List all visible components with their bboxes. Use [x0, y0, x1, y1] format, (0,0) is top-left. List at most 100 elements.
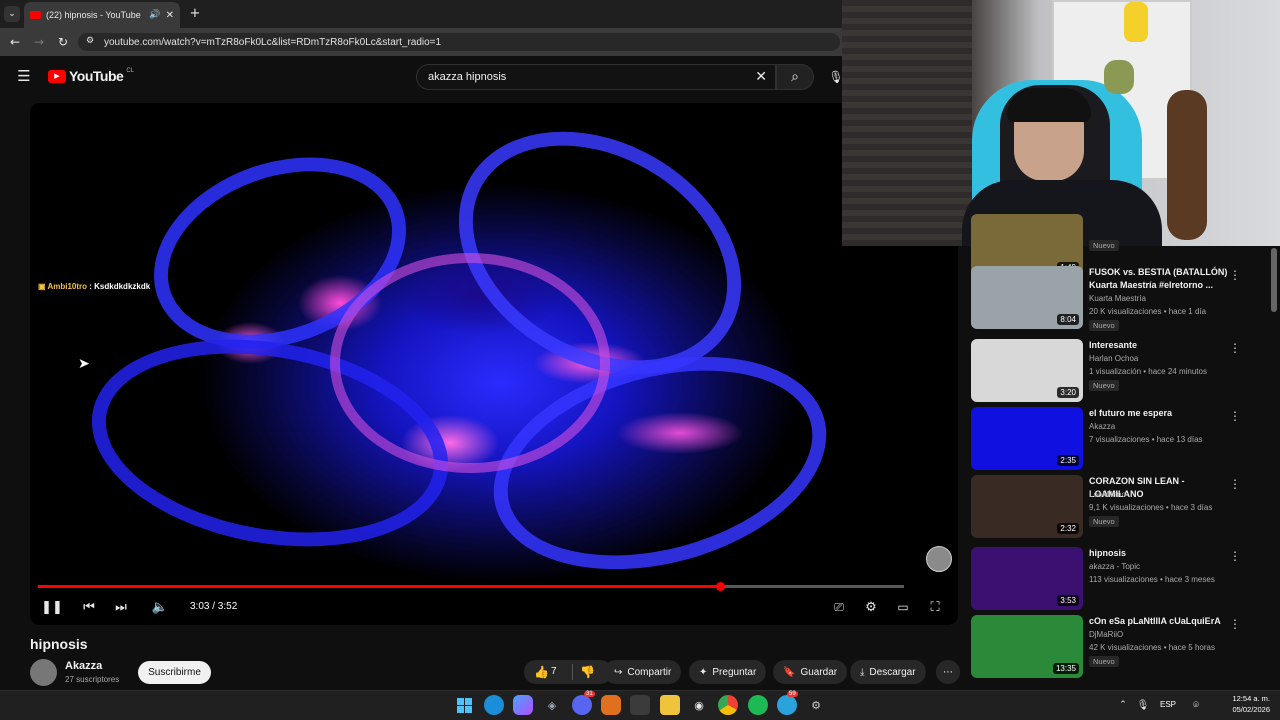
time-display: 3:03 / 3:52	[190, 601, 238, 612]
previous-icon[interactable]: ⏮	[79, 598, 99, 616]
network-icon[interactable]: ⌾	[1186, 695, 1206, 715]
download-button[interactable]: ⤓ Descargar	[850, 660, 926, 684]
channel-name[interactable]: Akazza	[65, 660, 102, 672]
recommendation-channel[interactable]: Akazza	[1089, 422, 1115, 431]
recommendation-thumbnail[interactable]: 3:53	[971, 547, 1083, 610]
site-info-icon[interactable]: ⚙	[86, 36, 94, 46]
telegram-icon[interactable]: 59	[777, 691, 798, 715]
more-options-icon[interactable]: ⋮	[1229, 268, 1241, 282]
recommendation-channel[interactable]: Kuarta Maestría	[1089, 294, 1146, 303]
more-options-icon[interactable]: ⋮	[1229, 617, 1241, 631]
like-icon[interactable]: 👍	[534, 665, 549, 679]
recommendation-thumbnail[interactable]: 3:20	[971, 339, 1083, 402]
new-tab-icon[interactable]: +	[188, 6, 202, 21]
recommendation-thumbnail[interactable]: 8:04	[971, 266, 1083, 329]
tray-expand-icon[interactable]: ⌃	[1113, 695, 1133, 715]
new-badge: Nuevo	[1089, 516, 1119, 527]
app-icon[interactable]: ◈	[542, 695, 562, 715]
recommendation-item[interactable]: 8:04 FUSOK vs. BESTIA (BATALLÓN) Kuarta M…	[971, 266, 1261, 332]
terminal-icon[interactable]	[630, 695, 650, 715]
duration-badge: 2:32	[1057, 523, 1079, 534]
recommendation-meta: 113 visualizaciones • hace 3 meses	[1089, 575, 1215, 584]
obs-icon[interactable]: ◉	[689, 695, 709, 715]
webcam-overlay	[842, 0, 1280, 246]
more-actions-button[interactable]: ⋯	[936, 660, 960, 684]
video-player[interactable]	[30, 103, 958, 625]
microphone-tray-icon[interactable]: 🎙	[1133, 695, 1153, 715]
share-button[interactable]: ↪ Compartir	[604, 660, 682, 684]
channel-watermark-avatar[interactable]	[926, 546, 952, 572]
pause-icon[interactable]: ❚❚	[41, 598, 63, 616]
sidebar-scrollbar[interactable]	[1271, 248, 1277, 312]
recommendation-title[interactable]: cOn eSa pLaNtIllA cUaLquiErA	[1089, 615, 1229, 628]
channel-avatar[interactable]	[30, 659, 57, 686]
recommendation-thumbnail[interactable]: 13:35	[971, 615, 1083, 678]
save-label: Guardar	[800, 666, 838, 678]
mouse-cursor-icon: ➤	[78, 356, 90, 372]
recommendation-title[interactable]: Interesante	[1089, 339, 1229, 352]
forward-icon[interactable]: →	[32, 34, 46, 50]
share-icon: ↪	[614, 666, 623, 678]
fullscreen-icon[interactable]: ⛶	[925, 598, 945, 616]
new-badge: Nuevo	[1089, 656, 1119, 667]
more-options-icon[interactable]: ⋮	[1229, 409, 1241, 423]
url-field[interactable]: ⚙ youtube.com/watch?v=mTzR8oFk0Lc&list=R…	[78, 33, 840, 51]
ask-label: Preguntar	[712, 666, 757, 678]
speaker-icon[interactable]: 🔊	[149, 10, 160, 20]
like-count[interactable]: 7	[551, 666, 557, 677]
volume-icon[interactable]: 🔈	[150, 598, 170, 616]
recommendation-item[interactable]: 2:35 el futuro me espera Akazza 7 visualiza…	[971, 407, 1261, 473]
recommendation-channel[interactable]: akazza - Topic	[1089, 562, 1140, 571]
back-icon[interactable]: ←	[8, 34, 22, 50]
download-icon: ⤓	[860, 666, 865, 678]
spotify-icon[interactable]	[748, 695, 768, 715]
save-button[interactable]: 🔖 Guardar	[773, 660, 848, 684]
microphone-icon[interactable]: 🎙	[828, 68, 843, 86]
copilot-icon[interactable]	[513, 695, 533, 715]
tab-search-icon[interactable]: ⌄	[4, 6, 20, 22]
more-options-icon[interactable]: ⋮	[1229, 549, 1241, 563]
more-options-icon[interactable]: ⋮	[1229, 341, 1241, 355]
theater-mode-icon[interactable]: ▭	[893, 598, 913, 616]
recommendation-thumbnail[interactable]: 2:35	[971, 407, 1083, 470]
recommendation-item[interactable]: 13:35 cOn eSa pLaNtIllA cUaLquiErA DjMaRii…	[971, 615, 1261, 681]
brave-icon[interactable]	[601, 695, 621, 715]
recommendation-channel[interactable]: DjMaRiiO	[1089, 630, 1123, 639]
dislike-icon[interactable]: 👎	[580, 665, 595, 679]
next-icon[interactable]: ⏭	[111, 598, 131, 616]
reload-icon[interactable]: ↻	[56, 34, 70, 50]
start-icon[interactable]	[454, 695, 474, 715]
subscribe-button[interactable]: Suscribirme	[138, 661, 211, 684]
search-button[interactable]: ⌕	[776, 64, 814, 90]
clock[interactable]: 12:54 a. m. 05/02/2026	[1222, 693, 1270, 715]
search-input[interactable]: akazza hipnosis ✕	[416, 64, 776, 90]
browser-tab[interactable]: (22) hipnosis - YouTube 🔊 ✕	[24, 2, 180, 28]
recommendation-item[interactable]: 3:20 Interesante Harlan Ochoa 1 visualizaci…	[971, 339, 1261, 405]
recommendation-title[interactable]: FUSOK vs. BESTIA (BATALLÓN) Kuarta Maest…	[1089, 266, 1229, 292]
recommendation-meta: 7 visualizaciones • hace 13 días	[1089, 435, 1203, 444]
language-indicator[interactable]: ESP	[1160, 700, 1176, 709]
recommendation-title[interactable]: el futuro me espera	[1089, 407, 1229, 420]
recommendation-title[interactable]: hipnosis	[1089, 547, 1229, 560]
chrome-icon[interactable]	[718, 695, 738, 715]
download-label: Descargar	[869, 666, 916, 678]
menu-icon[interactable]: ☰	[16, 67, 32, 85]
settings-app-icon[interactable]: ⚙	[806, 695, 826, 715]
settings-icon[interactable]: ⚙	[861, 598, 881, 616]
clear-search-icon[interactable]: ✕	[755, 69, 767, 85]
subtitles-icon[interactable]: ⎚	[829, 598, 849, 616]
recommendation-item[interactable]: 2:32 CORAZON SIN LEAN - LOAMILANO LoaMilan…	[971, 475, 1261, 541]
recommendation-item[interactable]: 3:53 hipnosis akazza - Topic 113 visualizac…	[971, 547, 1261, 613]
duration-badge: 3:20	[1057, 387, 1079, 398]
discord-icon[interactable]: 31	[572, 691, 595, 715]
edge-icon[interactable]	[484, 695, 504, 715]
youtube-favicon-icon	[30, 11, 41, 19]
ask-button[interactable]: ✦ Preguntar	[689, 660, 767, 684]
recommendation-channel[interactable]: Harlan Ochoa	[1089, 354, 1138, 363]
close-tab-icon[interactable]: ✕	[166, 10, 174, 21]
youtube-logo[interactable]: ▶ YouTube CL	[48, 68, 134, 84]
more-options-icon[interactable]: ⋮	[1229, 477, 1241, 491]
recommendation-channel[interactable]: LoaMilano	[1089, 490, 1126, 499]
file-explorer-icon[interactable]	[660, 695, 680, 715]
recommendation-thumbnail[interactable]: 2:32	[971, 475, 1083, 538]
